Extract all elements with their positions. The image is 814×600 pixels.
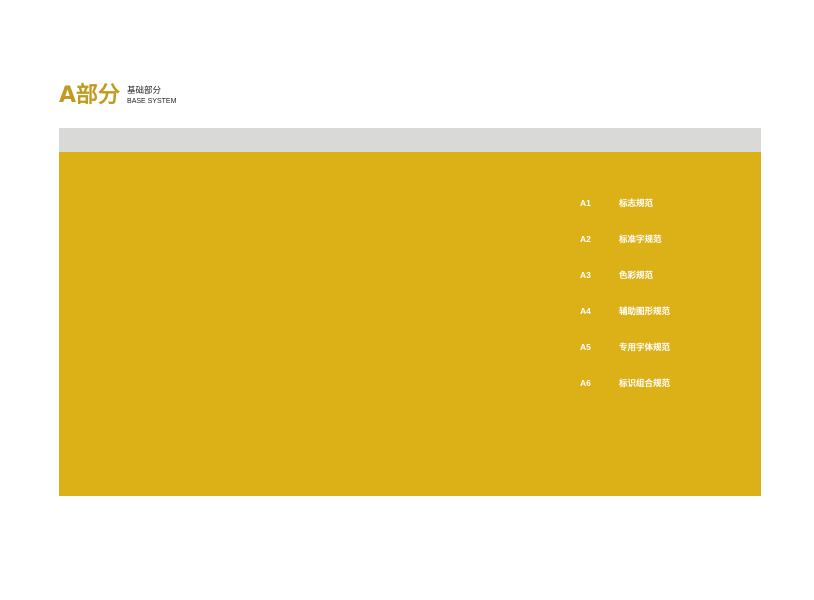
toc-code: A3 bbox=[580, 270, 591, 280]
toc-item-a2[interactable]: A2 标准字规范 bbox=[580, 232, 740, 246]
toc-item-a3[interactable]: A3 色彩规范 bbox=[580, 268, 740, 282]
subtitle-chinese: 基础部分 bbox=[127, 86, 162, 96]
section-subtitle: 基础部分 BASE SYSTEM bbox=[127, 86, 176, 108]
subtitle-english: BASE SYSTEM bbox=[127, 98, 177, 105]
page-header: A部分 基础部分 BASE SYSTEM bbox=[59, 84, 176, 108]
toc-label: 标志规范 bbox=[619, 199, 654, 209]
toc-label: 辅助图形规范 bbox=[619, 307, 671, 317]
toc-code: A1 bbox=[580, 198, 591, 208]
toc-item-a1[interactable]: A1 标志规范 bbox=[580, 196, 740, 210]
toc-code: A2 bbox=[580, 234, 591, 244]
table-of-contents: A1 标志规范 A2 标准字规范 A3 色彩规范 A4 辅助图形规范 A5 专用… bbox=[580, 196, 740, 412]
toc-item-a5[interactable]: A5 专用字体规范 bbox=[580, 340, 740, 354]
toc-item-a4[interactable]: A4 辅助图形规范 bbox=[580, 304, 740, 318]
toc-code: A5 bbox=[580, 342, 591, 352]
section-title: A部分 bbox=[59, 83, 121, 108]
toc-label: 色彩规范 bbox=[619, 271, 654, 281]
toc-code: A4 bbox=[580, 306, 591, 316]
gray-header-band bbox=[59, 128, 761, 152]
toc-code: A6 bbox=[580, 378, 591, 388]
toc-label: 标准字规范 bbox=[619, 235, 662, 245]
toc-label: 专用字体规范 bbox=[619, 343, 671, 353]
toc-label: 标识组合规范 bbox=[619, 379, 671, 389]
toc-item-a6[interactable]: A6 标识组合规范 bbox=[580, 376, 740, 390]
